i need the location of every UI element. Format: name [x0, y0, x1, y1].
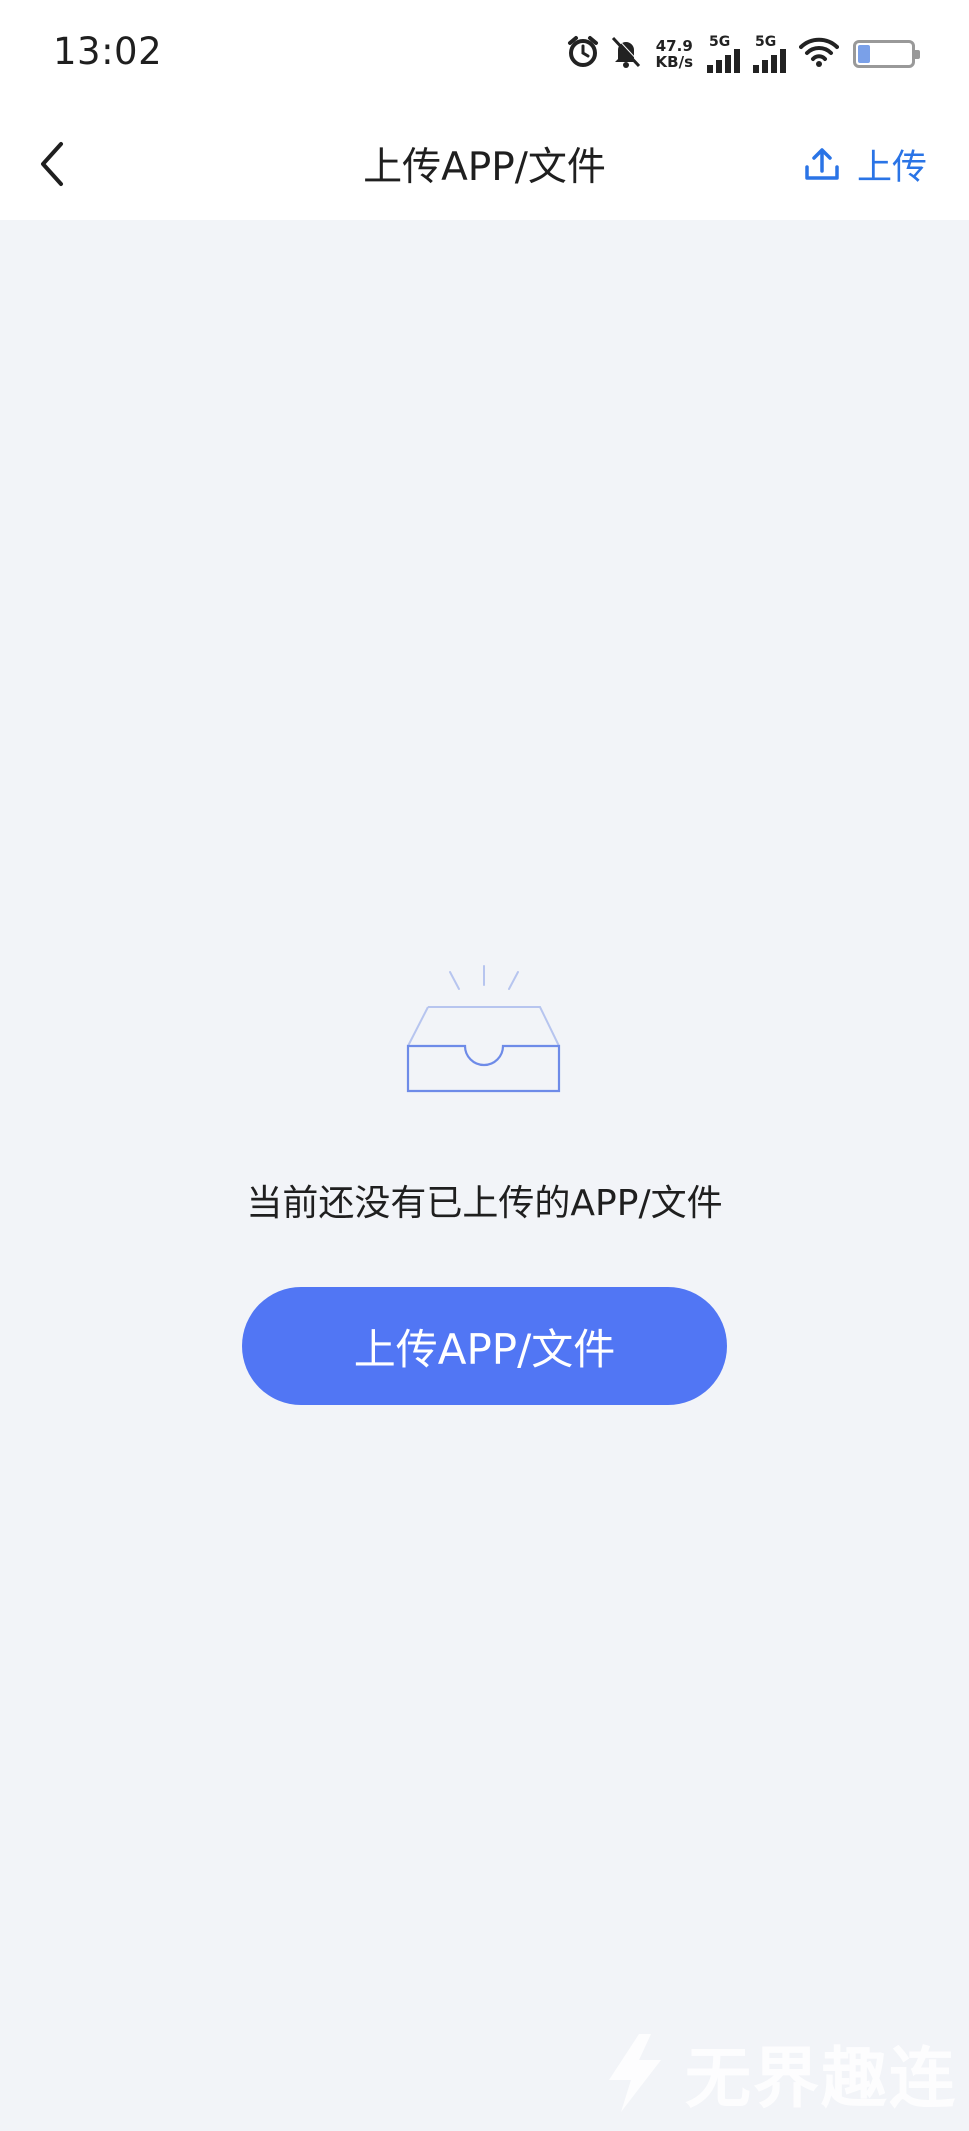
signal-icon: [753, 49, 786, 73]
sim2-label: 5G: [755, 34, 777, 50]
net-speed: 47.9 KB/s: [656, 38, 693, 70]
signal-sim2: 5G: [753, 35, 789, 73]
battery-level: 21: [872, 44, 896, 64]
signal-sim1: 5G: [707, 35, 743, 73]
watermark-logo-icon: [609, 2034, 661, 2112]
watermark: 无界趣连: [599, 2025, 957, 2121]
watermark-text: 无界趣连: [685, 2040, 957, 2117]
empty-state-message: 当前还没有已上传的APP/文件: [246, 1183, 723, 1224]
nav-bar: 上传APP/文件 上传: [0, 108, 969, 220]
signal-icon: [707, 49, 740, 73]
battery-icon: 21: [853, 40, 920, 68]
status-icons: 47.9 KB/s 5G 5G 21: [566, 30, 920, 78]
net-speed-unit: KB/s: [655, 53, 693, 71]
upload-icon: [805, 148, 839, 180]
status-time: 13:02: [53, 30, 163, 73]
upload-action-label: 上传: [856, 147, 927, 188]
bell-muted-icon: [610, 35, 642, 73]
alarm-icon: [566, 35, 600, 73]
status-bar: 13:02 47.9 KB/s 5G 5G 21: [0, 0, 969, 108]
screen: 13:02 47.9 KB/s 5G 5G 21 上传APP/文件 上传 当前还…: [0, 0, 969, 2131]
sim1-label: 5G: [709, 34, 731, 50]
wifi-icon: [799, 36, 839, 72]
empty-box-icon: [406, 965, 561, 1093]
net-speed-value: 47.9: [655, 37, 693, 55]
upload-action-button[interactable]: 上传: [803, 138, 927, 190]
upload-app-file-button[interactable]: 上传APP/文件: [242, 1287, 727, 1405]
